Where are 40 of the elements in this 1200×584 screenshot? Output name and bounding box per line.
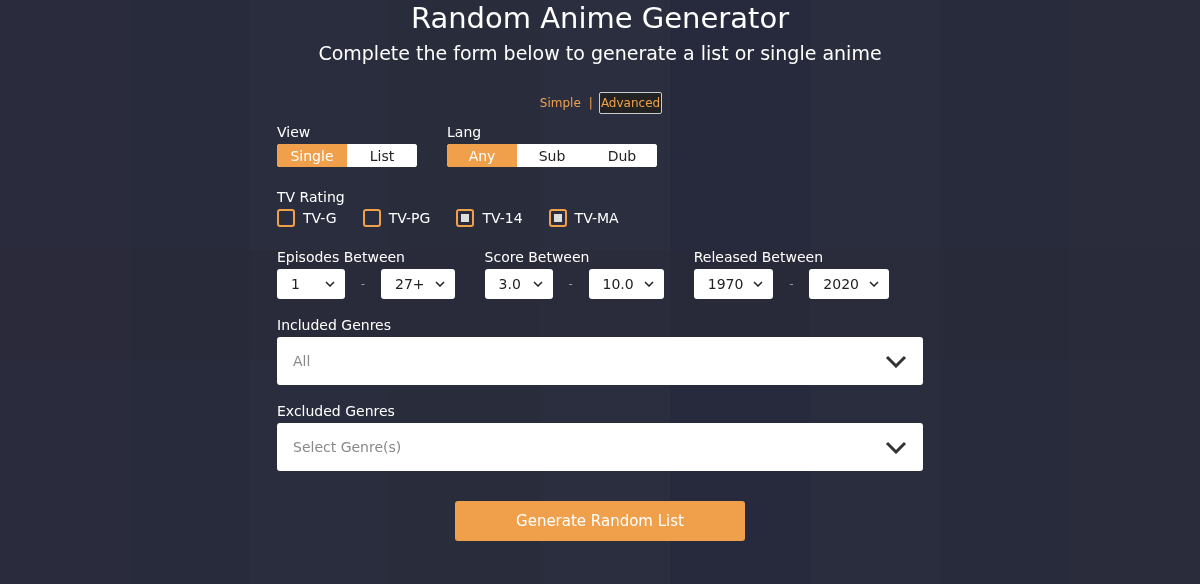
caret-icon xyxy=(532,281,543,287)
dropdown[interactable]: 1970 xyxy=(693,269,774,299)
dropdown[interactable]: 10.0 xyxy=(588,269,664,299)
mode-tab[interactable]: Advanced xyxy=(598,92,663,114)
checkbox[interactable] xyxy=(277,209,295,227)
checkbox[interactable] xyxy=(362,209,381,227)
caret-icon xyxy=(643,281,654,287)
dropdown[interactable]: 3.0 xyxy=(484,269,553,299)
separator: - xyxy=(567,277,574,291)
field-label: Released Between xyxy=(693,248,823,267)
page-subtitle: Complete the form below to generate a list or single anime xyxy=(318,41,882,66)
field-label: Score Between xyxy=(484,248,590,267)
dropdown[interactable]: 2020 xyxy=(809,269,889,299)
checkbox-label: TV-14 xyxy=(482,210,523,226)
mode-tab[interactable]: Simple xyxy=(537,92,583,114)
field-label: Episodes Between xyxy=(277,248,405,267)
genre-select[interactable]: Select Genre(s) xyxy=(277,423,923,471)
checkbox-label: TV-G xyxy=(303,210,337,226)
checkbox-label: TV-PG xyxy=(388,210,431,226)
checkbox-label: TV-MA xyxy=(574,210,619,226)
field-label: TV Rating xyxy=(277,188,345,207)
separator: - xyxy=(788,277,795,291)
genre-select[interactable]: All xyxy=(277,337,923,385)
caret-icon xyxy=(325,281,335,287)
separator: | xyxy=(588,96,593,110)
field-label: Lang xyxy=(447,123,482,142)
checkbox[interactable] xyxy=(548,209,567,227)
caret-icon xyxy=(869,281,879,287)
caret-icon xyxy=(434,281,445,287)
checkbox[interactable] xyxy=(456,209,475,227)
field-label: Excluded Genres xyxy=(277,402,395,421)
separator: - xyxy=(359,277,367,291)
dropdown[interactable]: 1 xyxy=(277,269,345,299)
chevron-icon xyxy=(885,354,907,368)
caret-icon xyxy=(753,281,764,287)
page-title: Random Anime Generator xyxy=(410,0,790,36)
field-label: Included Genres xyxy=(277,316,391,335)
dropdown[interactable]: 27+ xyxy=(381,269,455,299)
chevron-icon xyxy=(885,440,907,454)
field-label: View xyxy=(277,123,311,142)
